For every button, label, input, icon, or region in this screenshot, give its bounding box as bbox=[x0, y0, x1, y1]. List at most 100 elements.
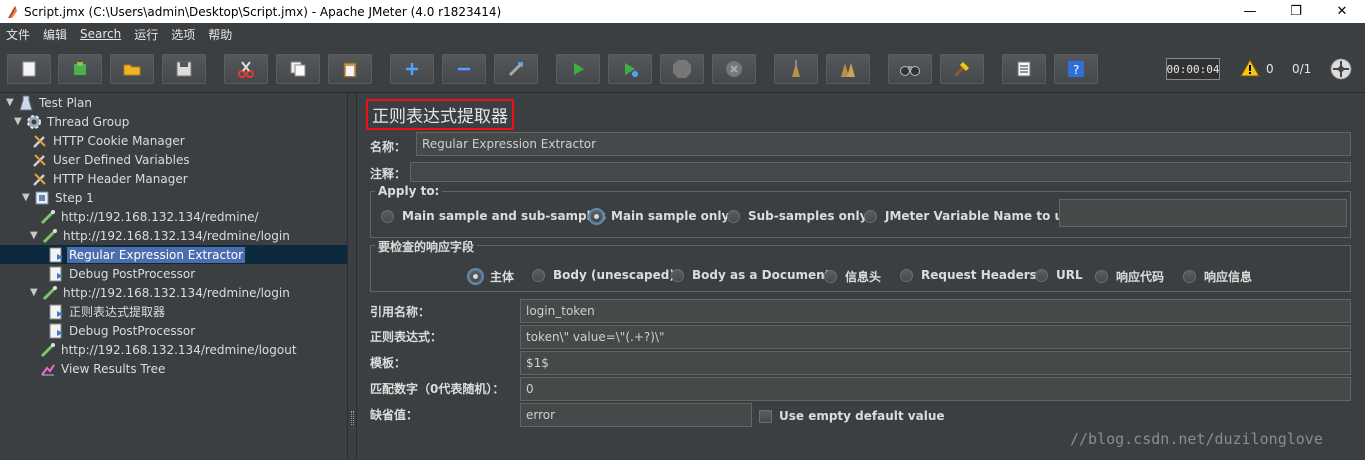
expand-toggle-icon[interactable]: ▼ bbox=[14, 116, 24, 127]
post-processor-icon bbox=[49, 304, 63, 319]
name-field[interactable]: Regular Expression Extractor bbox=[416, 132, 1351, 156]
start-icon bbox=[574, 63, 584, 75]
tree-node-debug-postprocessor[interactable]: Debug PostProcessor bbox=[48, 264, 197, 283]
comment-label: 注释： bbox=[370, 167, 407, 181]
tree-node-user-defined-variables[interactable]: User Defined Variables bbox=[32, 150, 192, 169]
field-request-headers-radio[interactable]: Request Headers bbox=[900, 268, 1037, 282]
apply-main-only-radio[interactable]: Main sample only bbox=[590, 209, 729, 223]
save-button[interactable] bbox=[162, 54, 206, 84]
tree-node-thread-group[interactable]: ▼ Thread Group bbox=[14, 112, 131, 131]
apply-sub-only-radio[interactable]: Sub-samples only bbox=[727, 209, 867, 223]
apply-main-and-sub-radio[interactable]: Main sample and sub-samples bbox=[381, 209, 606, 223]
toggle-button[interactable] bbox=[494, 54, 538, 84]
pane-splitter[interactable] bbox=[347, 93, 357, 460]
tree-node-debug-postprocessor[interactable]: Debug PostProcessor bbox=[48, 321, 197, 340]
expand-toggle-icon[interactable]: ▼ bbox=[30, 287, 40, 298]
expand-button[interactable] bbox=[390, 54, 434, 84]
clear-button[interactable] bbox=[774, 54, 818, 84]
jmeter-variable-name-input[interactable] bbox=[1059, 199, 1347, 227]
tree-node-sampler[interactable]: ▼ http://192.168.132.134/redmine/login bbox=[30, 283, 292, 302]
field-headers-radio[interactable]: 信息头 bbox=[824, 268, 881, 285]
stop-button[interactable] bbox=[660, 54, 704, 84]
tree-node-regex-extractor-cn[interactable]: 正则表达式提取器 bbox=[48, 302, 167, 321]
new-button[interactable] bbox=[7, 54, 51, 84]
toolbar: ? 00:00:04 0 0/1 bbox=[0, 45, 1365, 93]
sampler-icon bbox=[40, 209, 55, 224]
comment-field[interactable] bbox=[410, 162, 1351, 182]
search-icon bbox=[900, 66, 920, 76]
expand-toggle-icon[interactable]: ▼ bbox=[6, 97, 16, 108]
window-title-bar: Script.jmx (C:\Users\admin\Desktop\Scrip… bbox=[0, 0, 1365, 23]
default-value-input[interactable]: error bbox=[520, 403, 752, 427]
regex-label: 正则表达式： bbox=[370, 330, 443, 344]
start-button[interactable] bbox=[556, 54, 600, 84]
field-response-code-radio[interactable]: 响应代码 bbox=[1095, 268, 1164, 285]
menu-edit[interactable]: 编辑 bbox=[43, 26, 67, 43]
expand-toggle-icon[interactable]: ▼ bbox=[30, 230, 40, 241]
window-title: Script.jmx (C:\Users\admin\Desktop\Scrip… bbox=[24, 4, 502, 19]
field-url-radio[interactable]: URL bbox=[1035, 268, 1083, 282]
templates-icon bbox=[74, 62, 86, 75]
new-icon bbox=[22, 61, 36, 77]
help-button[interactable]: ? bbox=[1054, 54, 1098, 84]
copy-button[interactable] bbox=[276, 54, 320, 84]
field-body-document-radio[interactable]: Body as a Document bbox=[671, 268, 830, 282]
cut-icon bbox=[238, 61, 254, 78]
tree-node-step-1[interactable]: ▼ Step 1 bbox=[22, 188, 96, 207]
tree-node-sampler[interactable]: ▼ http://192.168.132.134/redmine/login bbox=[30, 226, 292, 245]
clear-all-button[interactable] bbox=[826, 54, 870, 84]
tree-node-sampler[interactable]: http://192.168.132.134/redmine/ bbox=[40, 207, 261, 226]
remote-engine-icon[interactable] bbox=[1329, 57, 1353, 81]
paste-icon bbox=[343, 62, 357, 78]
field-response-message-radio[interactable]: 响应信息 bbox=[1183, 268, 1252, 285]
collapse-button[interactable] bbox=[442, 54, 486, 84]
match-number-input[interactable]: 0 bbox=[520, 377, 1351, 401]
field-body-radio[interactable]: 主体 bbox=[469, 268, 514, 285]
warning-count: 0 bbox=[1266, 62, 1274, 76]
template-input[interactable]: $1$ bbox=[520, 351, 1351, 375]
tree-node-cookie-manager[interactable]: HTTP Cookie Manager bbox=[32, 131, 187, 150]
tree-node-sampler[interactable]: http://192.168.132.134/redmine/logout bbox=[40, 340, 299, 359]
close-button[interactable]: ✕ bbox=[1319, 0, 1365, 23]
search-button[interactable] bbox=[888, 54, 932, 84]
tree-node-view-results-tree[interactable]: View Results Tree bbox=[40, 359, 167, 378]
menu-options[interactable]: 选项 bbox=[171, 26, 195, 43]
stop-icon bbox=[673, 60, 691, 78]
tree-node-regex-extractor-selected[interactable]: Regular Expression Extractor bbox=[0, 245, 347, 264]
open-button[interactable] bbox=[110, 54, 154, 84]
use-empty-default-checkbox[interactable]: Use empty default value bbox=[759, 409, 945, 423]
shutdown-button[interactable] bbox=[712, 54, 756, 84]
start-no-pause-icon bbox=[625, 63, 638, 77]
templates-button[interactable] bbox=[58, 54, 102, 84]
tree-node-test-plan[interactable]: ▼ Test Plan bbox=[6, 93, 94, 112]
menu-search[interactable]: Search bbox=[80, 27, 121, 41]
menu-run[interactable]: 运行 bbox=[134, 26, 158, 43]
wrench-icon bbox=[33, 134, 46, 148]
name-label: 名称： bbox=[370, 140, 407, 154]
collapse-icon bbox=[458, 67, 470, 71]
paste-button[interactable] bbox=[328, 54, 372, 84]
function-helper-button[interactable] bbox=[1002, 54, 1046, 84]
minimize-button[interactable]: — bbox=[1227, 0, 1273, 23]
reset-search-button[interactable] bbox=[940, 54, 984, 84]
expand-toggle-icon[interactable]: ▼ bbox=[22, 192, 32, 203]
sampler-icon bbox=[40, 342, 55, 357]
cut-button[interactable] bbox=[224, 54, 268, 84]
jmeter-feather-icon bbox=[8, 5, 17, 18]
test-plan-icon bbox=[19, 95, 33, 110]
menu-file[interactable]: 文件 bbox=[6, 26, 30, 43]
warning-icon[interactable] bbox=[1240, 59, 1260, 77]
tree-node-header-manager[interactable]: HTTP Header Manager bbox=[32, 169, 190, 188]
regex-input[interactable]: token\" value=\"(.+?)\" bbox=[520, 325, 1351, 349]
help-icon: ? bbox=[1068, 61, 1084, 77]
apply-jmeter-variable-radio[interactable]: JMeter Variable Name to use bbox=[864, 209, 1078, 223]
menu-help[interactable]: 帮助 bbox=[208, 26, 232, 43]
field-body-unescaped-radio[interactable]: Body (unescaped) bbox=[532, 268, 675, 282]
default-value-label: 缺省值： bbox=[370, 408, 419, 422]
reference-name-input[interactable]: login_token bbox=[520, 299, 1351, 323]
start-no-pause-button[interactable] bbox=[608, 54, 652, 84]
post-processor-icon bbox=[49, 266, 63, 281]
splitter-grip[interactable] bbox=[351, 411, 354, 425]
reset-search-icon bbox=[953, 62, 969, 78]
maximize-button[interactable]: ❐ bbox=[1273, 0, 1319, 23]
